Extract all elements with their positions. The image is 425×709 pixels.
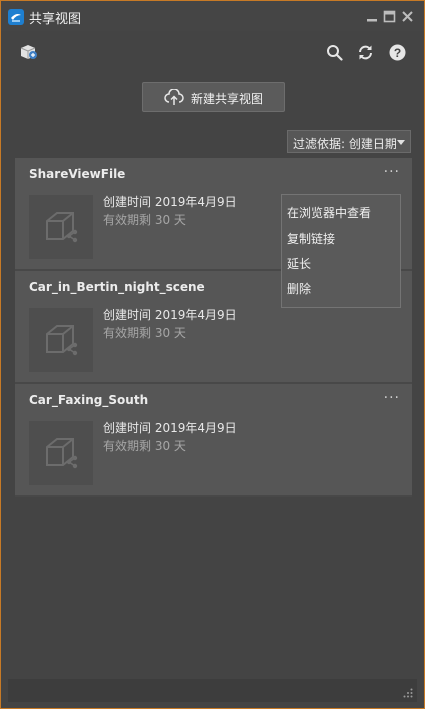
menu-item-copy-link[interactable]: 复制链接 [287,230,335,247]
shared-model-icon [46,212,78,243]
shared-model-icon [46,325,78,356]
card-title: Car_Faxing_South [29,393,149,407]
window-title: 共享视图 [29,12,82,27]
chevron-down-icon [397,140,405,145]
shared-model-icon [46,438,78,469]
card-context-menu: 在浏览器中查看 复制链接 延长 删除 [281,194,401,308]
title-bar: 共享视图 [1,1,424,31]
created-date: 创建时间 2019年4月9日 [103,421,237,435]
card-title: ShareViewFile [29,167,126,181]
new-share-view-button[interactable]: 新建共享视图 [142,82,285,112]
app-logo-icon [8,9,24,25]
created-date: 创建时间 2019年4月9日 [103,195,237,209]
menu-item-delete[interactable]: 删除 [287,280,311,297]
help-icon[interactable]: ? [389,44,406,61]
cloud-upload-icon [164,89,184,105]
new-share-view-label: 新建共享视图 [191,92,264,106]
share-cube-icon [20,45,37,59]
more-options-icon[interactable]: ··· [384,390,400,406]
resize-grip-icon[interactable] [403,688,413,698]
card-title: Car_in_Bertin_night_scene [29,280,205,294]
minimize-icon[interactable] [366,10,379,23]
filter-label: 过滤依据: 创建日期 [293,137,397,151]
maximize-icon[interactable] [383,10,396,23]
search-icon[interactable] [326,44,343,61]
share-views-window: 共享视图 ? 新建共享视图 过滤依据: 创建日期 ShareViewFile ·… [0,0,425,709]
thumbnail [29,421,93,485]
thumbnail [29,308,93,372]
expiry-text: 有效期剩 30 天 [103,213,186,227]
svg-text:?: ? [394,46,401,60]
refresh-icon[interactable] [357,44,374,61]
status-bar [8,679,417,702]
expiry-text: 有效期剩 30 天 [103,326,186,340]
menu-item-extend[interactable]: 延长 [287,255,311,272]
created-date: 创建时间 2019年4月9日 [103,308,237,322]
more-options-icon[interactable]: ··· [384,164,400,180]
menu-item-view-in-browser[interactable]: 在浏览器中查看 [287,204,371,221]
filter-dropdown[interactable]: 过滤依据: 创建日期 [287,130,411,153]
close-icon[interactable] [401,10,414,23]
thumbnail [29,195,93,259]
expiry-text: 有效期剩 30 天 [103,439,186,453]
shared-view-card[interactable]: Car_Faxing_South ··· 创建时间 2019年4月9日 有效期剩… [15,384,412,497]
